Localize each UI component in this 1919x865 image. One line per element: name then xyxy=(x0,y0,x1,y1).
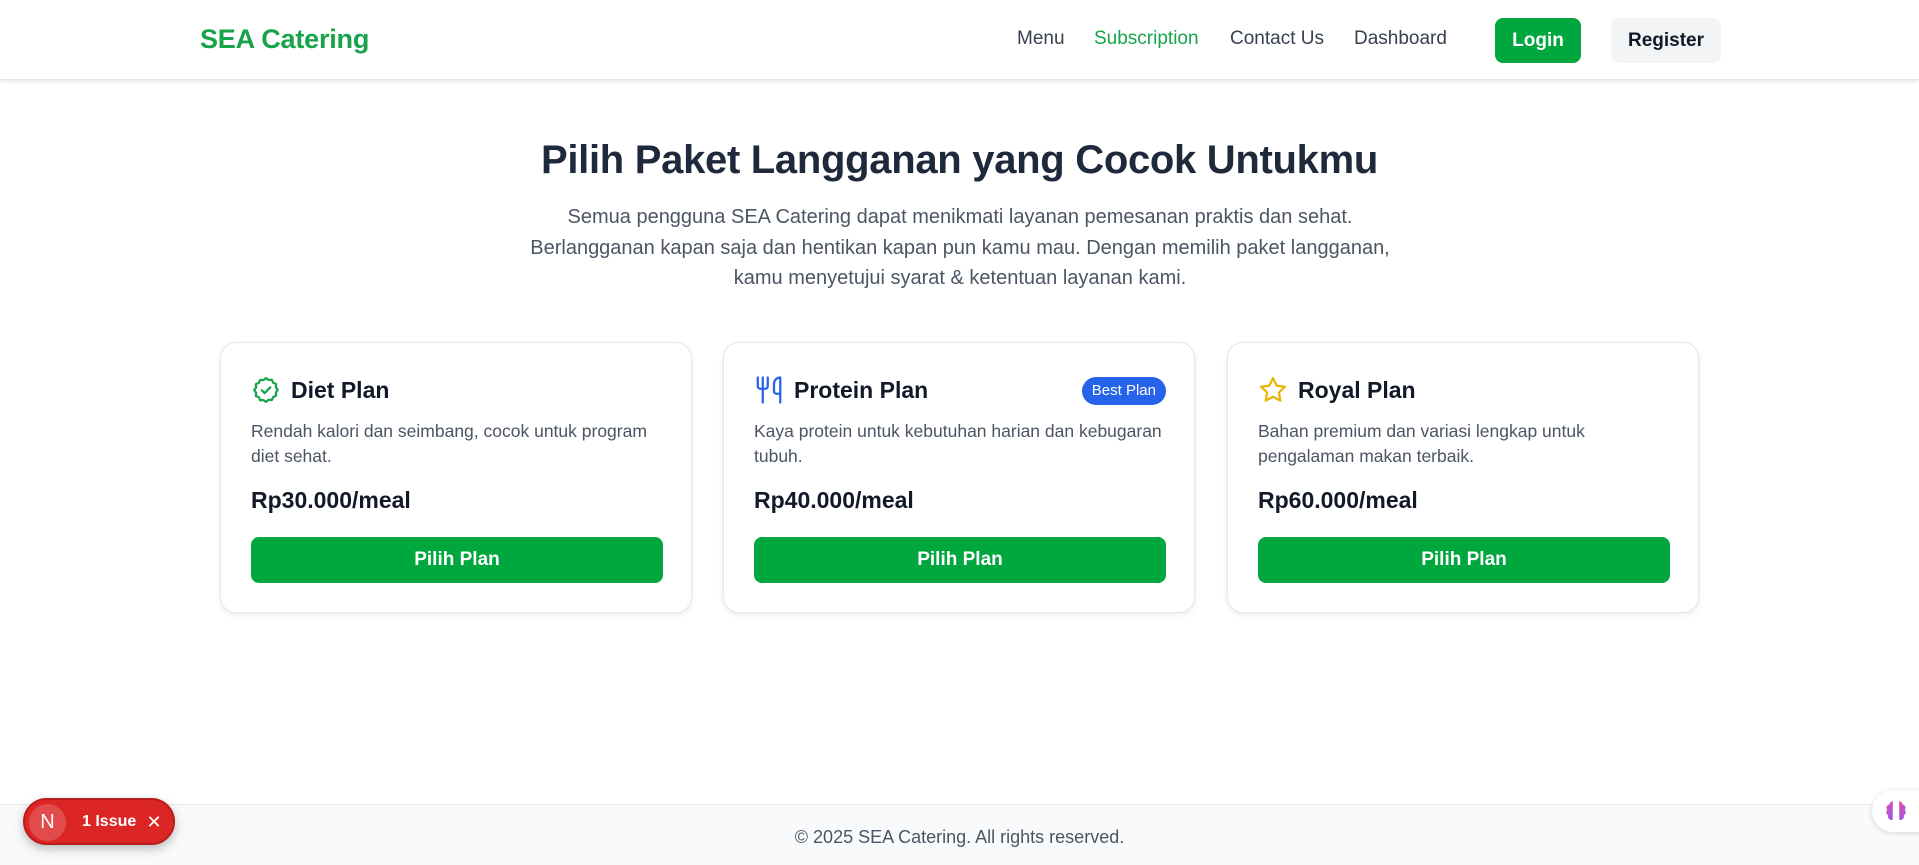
brain-icon xyxy=(1886,801,1906,820)
plan-card-protein: Protein Plan Best Plan Kaya protein untu… xyxy=(723,342,1195,613)
page-title: Pilih Paket Langganan yang Cocok Untukmu xyxy=(540,138,1379,182)
ai-assistant-widget[interactable] xyxy=(1872,790,1919,832)
plan-description: Rendah kalori dan seimbang, cocok untuk … xyxy=(251,421,647,466)
subscription-page: SEA Catering Menu Subscription Contact U… xyxy=(0,0,1919,865)
navbar: SEA Catering Menu Subscription Contact U… xyxy=(0,0,1919,80)
utensils-icon xyxy=(754,375,784,405)
choose-plan-button[interactable]: Pilih Plan xyxy=(1258,537,1670,583)
plan-price: Rp30.000/meal xyxy=(251,487,411,513)
footer: © 2025 SEA Catering. All rights reserved… xyxy=(0,804,1919,865)
plan-card-header: Royal Plan xyxy=(1258,375,1670,407)
nav-contact-us[interactable]: Contact Us xyxy=(1230,28,1324,50)
plan-card-royal: Royal Plan Bahan premium dan variasi len… xyxy=(1227,342,1699,613)
brand-logo[interactable]: SEA Catering xyxy=(200,24,369,55)
nav-subscription[interactable]: Subscription xyxy=(1094,28,1199,50)
choose-plan-button[interactable]: Pilih Plan xyxy=(754,537,1166,583)
plan-card-header: Protein Plan Best Plan xyxy=(754,375,1166,407)
star-icon xyxy=(1258,375,1288,405)
best-plan-badge: Best Plan xyxy=(1081,377,1166,405)
copyright-text: © 2025 SEA Catering. All rights reserved… xyxy=(794,827,1125,847)
plan-description: Bahan premium dan variasi lengkap untuk … xyxy=(1258,421,1585,466)
register-button[interactable]: Register xyxy=(1611,18,1721,63)
choose-plan-button[interactable]: Pilih Plan xyxy=(251,537,663,583)
plan-card-diet: Diet Plan Rendah kalori dan seimbang, co… xyxy=(220,342,692,613)
dev-issues-indicator[interactable]: N 1 Issue ✕ xyxy=(23,798,175,845)
login-button[interactable]: Login xyxy=(1495,18,1581,63)
nav-dashboard[interactable]: Dashboard xyxy=(1354,28,1447,50)
page-description: Semua pengguna SEA Catering dapat menikm… xyxy=(530,206,1390,289)
plan-title: Protein Plan xyxy=(794,377,929,403)
plan-title: Diet Plan xyxy=(291,377,390,403)
plan-card-header: Diet Plan xyxy=(251,375,663,407)
plan-description: Kaya protein untuk kebutuhan harian dan … xyxy=(754,421,1162,466)
nav-menu[interactable]: Menu xyxy=(1017,28,1065,50)
badge-check-icon xyxy=(251,375,281,405)
issues-count[interactable]: 1 Issue xyxy=(82,813,136,831)
plan-price: Rp60.000/meal xyxy=(1258,487,1418,513)
close-icon[interactable]: ✕ xyxy=(142,810,166,834)
plan-price: Rp40.000/meal xyxy=(754,487,914,513)
plan-title: Royal Plan xyxy=(1298,377,1416,403)
nextjs-logo-icon[interactable]: N xyxy=(29,804,66,841)
